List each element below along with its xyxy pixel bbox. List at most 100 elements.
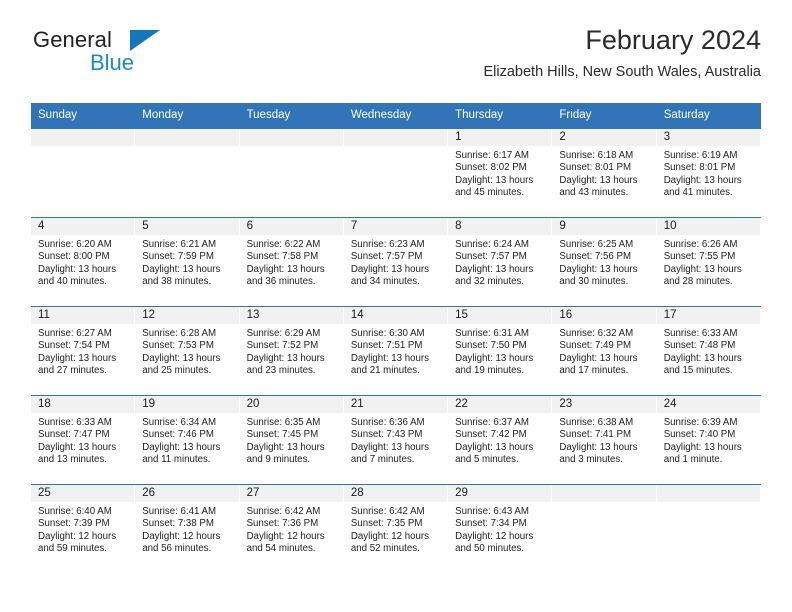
day-sun-info: Sunrise: 6:40 AM Sunset: 7:39 PM Daylight:… — [31, 502, 135, 555]
calendar-day-cell[interactable]: 14 Sunrise: 6:30 AM Sunset: 7:51 PM Dayligh… — [343, 306, 449, 396]
brand-logo[interactable]: General Blue — [31, 28, 231, 80]
calendar-day-cell[interactable]: 4 Sunrise: 6:20 AM Sunset: 8:00 PM Daylight… — [31, 217, 136, 307]
calendar-day-cell[interactable]: 22 Sunrise: 6:37 AM Sunset: 7:42 PM Dayligh… — [448, 395, 553, 485]
daylight-duration-line2: and 30 minutes. — [559, 275, 629, 287]
daylight-duration-line1: Daylight: 13 hours — [559, 441, 638, 453]
day-cell-inner: 18 Sunrise: 6:33 AM Sunset: 7:47 PM Dayligh… — [31, 396, 136, 484]
daylight-duration-line2: and 52 minutes. — [350, 542, 420, 554]
calendar-day-cell[interactable]: 18 Sunrise: 6:33 AM Sunset: 7:47 PM Dayligh… — [31, 395, 136, 485]
calendar-day-cell[interactable]: 9 Sunrise: 6:25 AM Sunset: 7:56 PM Daylight… — [552, 217, 657, 307]
day-sun-info: Sunrise: 6:23 AM Sunset: 7:57 PM Daylight:… — [344, 235, 448, 288]
calendar-day-cell[interactable]: 5 Sunrise: 6:21 AM Sunset: 7:59 PM Daylight… — [135, 217, 240, 307]
daylight-duration-line1: Daylight: 13 hours — [142, 441, 221, 453]
daylight-duration-line2: and 50 minutes. — [455, 542, 525, 554]
weekday-header-tuesday: Tuesday — [239, 103, 344, 129]
sunset-time: Sunset: 7:55 PM — [663, 251, 736, 263]
day-cell-inner: 1 Sunrise: 6:17 AM Sunset: 8:02 PM Daylight… — [448, 129, 553, 217]
calendar-day-cell[interactable]: 19 Sunrise: 6:34 AM Sunset: 7:46 PM Dayligh… — [135, 395, 240, 485]
calendar-day-cell[interactable]: 28 Sunrise: 6:42 AM Sunset: 7:35 PM Dayligh… — [343, 484, 449, 573]
day-number: 10 — [656, 218, 761, 235]
calendar-day-cell[interactable]: 12 Sunrise: 6:28 AM Sunset: 7:53 PM Dayligh… — [135, 306, 240, 396]
sunrise-time: Sunrise: 6:38 AM — [559, 417, 634, 428]
weekday-header-monday: Monday — [135, 103, 240, 129]
day-cell-inner: 25 Sunrise: 6:40 AM Sunset: 7:39 PM Dayligh… — [31, 485, 136, 573]
daylight-duration-line2: and 41 minutes. — [663, 186, 733, 198]
daylight-duration-line2: and 28 minutes. — [663, 275, 733, 287]
daylight-duration-line1: Daylight: 12 hours — [142, 530, 221, 542]
daylight-duration-line2: and 11 minutes. — [142, 453, 211, 465]
day-cell-inner: 10 Sunrise: 6:26 AM Sunset: 7:55 PM Dayligh… — [656, 218, 761, 306]
day-number — [343, 129, 449, 146]
calendar-day-cell[interactable] — [343, 129, 449, 218]
sunset-time: Sunset: 7:40 PM — [663, 429, 736, 441]
calendar-day-cell[interactable] — [239, 129, 344, 218]
calendar-day-cell[interactable]: 1 Sunrise: 6:17 AM Sunset: 8:02 PM Daylight… — [448, 129, 553, 218]
daylight-duration-line2: and 23 minutes. — [246, 364, 316, 376]
sunrise-time: Sunrise: 6:31 AM — [455, 328, 529, 339]
sunset-time: Sunset: 7:48 PM — [663, 340, 736, 352]
daylight-duration-line2: and 7 minutes. — [350, 453, 415, 465]
weekday-header-saturday: Saturday — [656, 103, 761, 129]
calendar-day-cell[interactable]: 8 Sunrise: 6:24 AM Sunset: 7:57 PM Daylight… — [448, 217, 553, 307]
calendar-day-cell[interactable] — [31, 129, 136, 218]
day-sun-info: Sunrise: 6:17 AM Sunset: 8:02 PM Daylight:… — [448, 146, 552, 199]
calendar-day-cell[interactable]: 11 Sunrise: 6:27 AM Sunset: 7:54 PM Dayligh… — [31, 306, 136, 396]
day-cell-inner: 4 Sunrise: 6:20 AM Sunset: 8:00 PM Daylight… — [31, 218, 136, 306]
calendar-week-row: 11 Sunrise: 6:27 AM Sunset: 7:54 PM Dayligh… — [31, 306, 761, 396]
day-cell-inner: 28 Sunrise: 6:42 AM Sunset: 7:35 PM Dayligh… — [343, 485, 449, 573]
day-number — [239, 129, 344, 146]
daylight-duration-line2: and 9 minutes. — [246, 453, 311, 465]
sunrise-time: Sunrise: 6:22 AM — [246, 239, 321, 250]
day-number: 17 — [656, 307, 761, 324]
day-cell-inner — [135, 129, 240, 217]
calendar-day-cell[interactable]: 27 Sunrise: 6:42 AM Sunset: 7:36 PM Dayligh… — [239, 484, 344, 573]
calendar-day-cell[interactable]: 20 Sunrise: 6:35 AM Sunset: 7:45 PM Dayligh… — [239, 395, 344, 485]
daylight-duration-line1: Daylight: 13 hours — [663, 263, 742, 275]
calendar-day-cell[interactable]: 17 Sunrise: 6:33 AM Sunset: 7:48 PM Dayligh… — [656, 306, 761, 396]
daylight-duration-line2: and 59 minutes. — [38, 542, 107, 554]
calendar-day-cell[interactable]: 25 Sunrise: 6:40 AM Sunset: 7:39 PM Dayligh… — [31, 484, 136, 573]
sunrise-time: Sunrise: 6:33 AM — [663, 328, 738, 339]
calendar-day-cell[interactable]: 6 Sunrise: 6:22 AM Sunset: 7:58 PM Daylight… — [239, 217, 344, 307]
day-sun-info: Sunrise: 6:22 AM Sunset: 7:58 PM Daylight:… — [240, 235, 344, 288]
day-number — [135, 129, 240, 146]
calendar-day-cell[interactable]: 29 Sunrise: 6:43 AM Sunset: 7:34 PM Dayligh… — [448, 484, 553, 573]
daylight-duration-line1: Daylight: 13 hours — [38, 263, 117, 275]
day-number: 25 — [31, 485, 136, 502]
sunset-time: Sunset: 7:52 PM — [246, 340, 319, 352]
sunset-time: Sunset: 7:43 PM — [350, 429, 423, 441]
calendar-day-cell[interactable] — [656, 484, 761, 573]
daylight-duration-line1: Daylight: 13 hours — [350, 263, 429, 275]
calendar-day-cell[interactable]: 24 Sunrise: 6:39 AM Sunset: 7:40 PM Dayligh… — [656, 395, 761, 485]
day-cell-inner: 27 Sunrise: 6:42 AM Sunset: 7:36 PM Dayligh… — [239, 485, 344, 573]
day-number: 1 — [448, 129, 553, 146]
calendar-day-cell[interactable]: 26 Sunrise: 6:41 AM Sunset: 7:38 PM Dayligh… — [135, 484, 240, 573]
daylight-duration-line2: and 45 minutes. — [455, 186, 525, 198]
day-sun-info — [31, 146, 135, 150]
calendar-day-cell[interactable]: 3 Sunrise: 6:19 AM Sunset: 8:01 PM Daylight… — [656, 129, 761, 218]
day-sun-info: Sunrise: 6:24 AM Sunset: 7:57 PM Daylight:… — [448, 235, 552, 288]
calendar-day-cell[interactable]: 23 Sunrise: 6:38 AM Sunset: 7:41 PM Dayligh… — [552, 395, 657, 485]
day-sun-info: Sunrise: 6:38 AM Sunset: 7:41 PM Daylight:… — [552, 413, 656, 466]
day-sun-info: Sunrise: 6:27 AM Sunset: 7:54 PM Daylight:… — [31, 324, 135, 377]
sunset-time: Sunset: 7:53 PM — [142, 340, 214, 352]
day-sun-info: Sunrise: 6:21 AM Sunset: 7:59 PM Daylight:… — [135, 235, 239, 288]
daylight-duration-line2: and 38 minutes. — [142, 275, 212, 287]
weekday-header-thursday: Thursday — [448, 103, 553, 129]
calendar-day-cell[interactable]: 21 Sunrise: 6:36 AM Sunset: 7:43 PM Dayligh… — [343, 395, 449, 485]
daylight-duration-line2: and 34 minutes. — [350, 275, 420, 287]
day-cell-inner — [239, 129, 344, 217]
daylight-duration-line1: Daylight: 12 hours — [350, 530, 429, 542]
calendar-day-cell[interactable]: 10 Sunrise: 6:26 AM Sunset: 7:55 PM Dayligh… — [656, 217, 761, 307]
calendar-day-cell[interactable]: 2 Sunrise: 6:18 AM Sunset: 8:01 PM Daylight… — [552, 129, 657, 218]
calendar-day-cell[interactable]: 7 Sunrise: 6:23 AM Sunset: 7:57 PM Daylight… — [343, 217, 449, 307]
calendar-day-cell[interactable]: 13 Sunrise: 6:29 AM Sunset: 7:52 PM Dayligh… — [239, 306, 344, 396]
calendar-day-cell[interactable]: 16 Sunrise: 6:32 AM Sunset: 7:49 PM Dayligh… — [552, 306, 657, 396]
sunset-time: Sunset: 7:46 PM — [142, 429, 214, 441]
calendar-day-cell[interactable] — [135, 129, 240, 218]
day-sun-info: Sunrise: 6:19 AM Sunset: 8:01 PM Daylight:… — [657, 146, 761, 199]
calendar-day-cell[interactable] — [552, 484, 657, 573]
calendar-day-cell[interactable]: 15 Sunrise: 6:31 AM Sunset: 7:50 PM Dayligh… — [448, 306, 553, 396]
sunrise-time: Sunrise: 6:35 AM — [246, 417, 321, 428]
day-sun-info: Sunrise: 6:29 AM Sunset: 7:52 PM Daylight:… — [240, 324, 344, 377]
